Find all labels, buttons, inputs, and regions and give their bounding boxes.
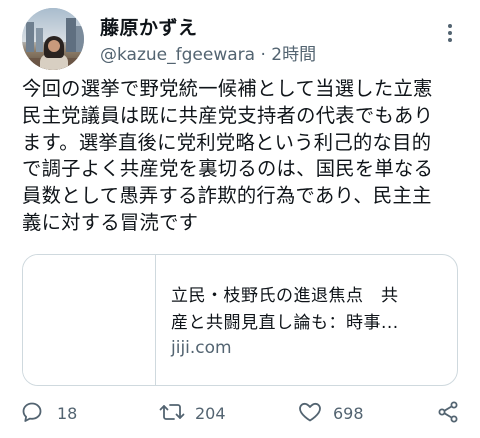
reply-icon (22, 402, 42, 422)
tweet-text: 今回の選挙で野党統一候補として当選した立憲 民主党議員は既に共産党支持者の代表で… (22, 77, 434, 234)
author-handle[interactable]: @kazue_fgeewara (100, 45, 255, 65)
retweet-count: 204 (195, 404, 226, 423)
share-button[interactable] (436, 396, 466, 430)
share-icon (438, 401, 458, 423)
link-card[interactable]: 立民・枝野氏の進退焦点 共 産と共闘見直し論も：時事... jiji.com (22, 254, 458, 386)
reply-button[interactable]: 18 (20, 396, 80, 430)
like-icon (299, 402, 321, 422)
more-icon[interactable] (440, 22, 460, 42)
link-card-thumbnail (23, 255, 156, 385)
avatar-building (36, 28, 43, 52)
like-count: 698 (333, 404, 364, 423)
reply-count: 18 (57, 404, 78, 423)
link-card-domain: jiji.com (171, 338, 232, 358)
meta-separator: · (260, 45, 266, 65)
author-name[interactable]: 藤原かずえ (100, 13, 198, 40)
author-meta: @kazue_fgeewara · 2時間 (100, 40, 316, 65)
avatar[interactable] (22, 8, 84, 70)
like-button[interactable]: 698 (297, 396, 377, 430)
avatar-person-face (48, 40, 60, 52)
link-card-title[interactable]: 立民・枝野氏の進退焦点 共 産と共闘見直し論も：時事... (171, 283, 445, 337)
tweet-time[interactable]: 2時間 (271, 45, 316, 65)
avatar-building (66, 18, 76, 52)
retweet-icon (159, 404, 185, 420)
action-bar: 18 204 698 (0, 396, 480, 436)
retweet-button[interactable]: 204 (159, 396, 239, 430)
avatar-building (76, 26, 84, 52)
avatar-building (26, 22, 34, 52)
